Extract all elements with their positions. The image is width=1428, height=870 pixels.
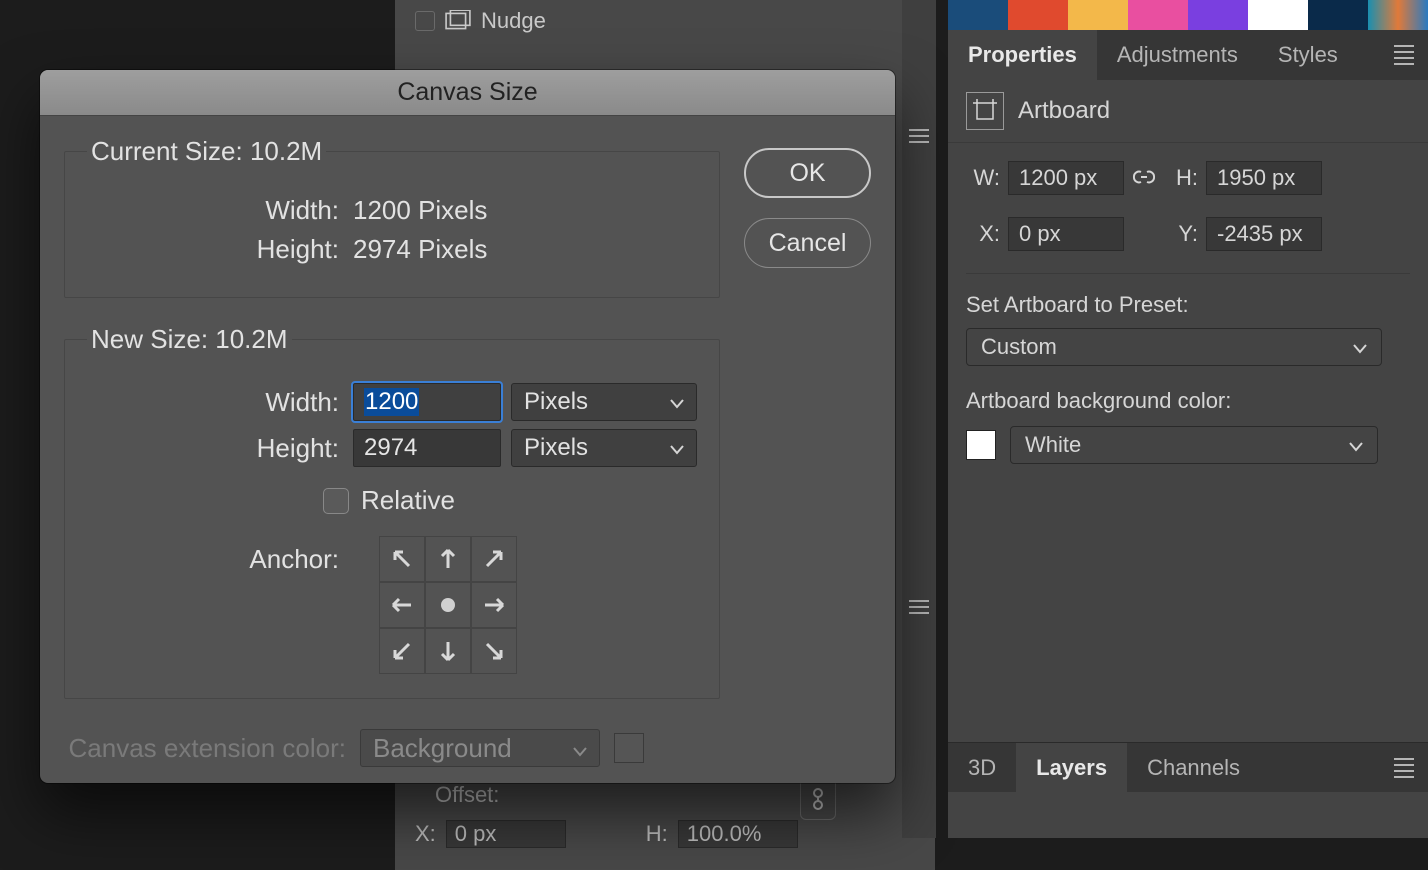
- relative-label: Relative: [361, 485, 455, 516]
- tab-3d[interactable]: 3D: [948, 743, 1016, 792]
- preset-label: Set Artboard to Preset:: [966, 292, 1410, 318]
- drag-handle-bar[interactable]: [902, 0, 936, 838]
- x-label: X:: [415, 821, 436, 847]
- x-value-input[interactable]: 0 px: [446, 820, 566, 848]
- chevron-down-icon: [670, 434, 684, 462]
- anchor-e[interactable]: [471, 582, 517, 628]
- drag-handle-icon: [909, 125, 929, 147]
- anchor-grid: [379, 536, 517, 674]
- bottom-panel-tabs: 3D Layers Channels: [948, 742, 1428, 792]
- chevron-down-icon: [1353, 334, 1367, 360]
- bg-layer-label: Nudge: [481, 8, 546, 34]
- height-unit-dropdown[interactable]: Pixels: [511, 429, 697, 467]
- new-size-legend: New Size: 10.2M: [87, 324, 292, 355]
- ok-button[interactable]: OK: [744, 148, 871, 198]
- dialog-title: Canvas Size: [40, 70, 895, 116]
- current-height-value: 2974 Pixels: [353, 234, 487, 265]
- panel-menu-icon[interactable]: [1394, 41, 1414, 69]
- w-input[interactable]: 1200 px: [1008, 161, 1124, 195]
- bgcolor-swatch[interactable]: [966, 430, 996, 460]
- bg-bottom-row2: X: 0 px H: 100.0%: [415, 820, 798, 848]
- chevron-down-icon: [573, 733, 587, 764]
- relative-checkbox[interactable]: [323, 488, 349, 514]
- tab-properties[interactable]: Properties: [948, 30, 1097, 80]
- new-width-label: Width:: [87, 387, 339, 418]
- anchor-label: Anchor:: [87, 536, 339, 575]
- chevron-down-icon: [670, 388, 684, 416]
- artboard-title: Artboard: [1018, 97, 1110, 125]
- width-unit-dropdown[interactable]: Pixels: [511, 383, 697, 421]
- link-dimensions-icon[interactable]: [1124, 165, 1164, 191]
- new-height-label: Height:: [87, 433, 339, 464]
- current-width-label: Width:: [87, 195, 339, 226]
- anchor-nw[interactable]: [379, 536, 425, 582]
- anchor-ne[interactable]: [471, 536, 517, 582]
- x-input[interactable]: 0 px: [1008, 217, 1124, 251]
- bg-checkbox[interactable]: [415, 11, 435, 31]
- canvas-extension-row: Canvas extension color: Background: [64, 729, 720, 767]
- panel-tabs: Properties Adjustments Styles: [948, 30, 1428, 80]
- anchor-sw[interactable]: [379, 628, 425, 674]
- panel-menu-icon[interactable]: [1394, 754, 1414, 782]
- document-icon: [445, 8, 471, 34]
- current-size-fieldset: Current Size: 10.2M Width: 1200 Pixels H…: [64, 136, 720, 298]
- relative-checkbox-wrap[interactable]: Relative: [323, 485, 697, 516]
- anchor-w[interactable]: [379, 582, 425, 628]
- preset-dropdown[interactable]: Custom: [966, 328, 1382, 366]
- y-label: Y:: [1164, 221, 1198, 247]
- bgcolor-dropdown[interactable]: White: [1010, 426, 1378, 464]
- artboard-icon: [966, 92, 1004, 130]
- h-label: H:: [1164, 165, 1198, 191]
- h-label: H:: [646, 821, 668, 847]
- thumbnail-strip: [948, 0, 1428, 30]
- h-input[interactable]: 1950 px: [1206, 161, 1322, 195]
- properties-panel: Properties Adjustments Styles Artboard W…: [948, 0, 1428, 838]
- y-input[interactable]: -2435 px: [1206, 217, 1322, 251]
- anchor-center-dot-icon: [441, 598, 455, 612]
- new-height-input[interactable]: 2974: [353, 429, 501, 467]
- bgcolor-label: Artboard background color:: [966, 388, 1410, 414]
- anchor-center[interactable]: [425, 582, 471, 628]
- drag-handle-icon: [909, 596, 929, 618]
- anchor-n[interactable]: [425, 536, 471, 582]
- new-size-fieldset: New Size: 10.2M Width: 1200 Pixels Heigh…: [64, 324, 720, 699]
- anchor-s[interactable]: [425, 628, 471, 674]
- canvas-size-dialog: Canvas Size Current Size: 10.2M Width: 1…: [40, 70, 895, 783]
- new-width-input[interactable]: 1200: [353, 383, 501, 421]
- canvas-extension-dropdown: Background: [360, 729, 600, 767]
- tab-adjustments[interactable]: Adjustments: [1097, 30, 1258, 80]
- tab-channels[interactable]: Channels: [1127, 743, 1260, 792]
- canvas-extension-label: Canvas extension color:: [64, 733, 346, 764]
- h-value-input[interactable]: 100.0%: [678, 820, 798, 848]
- tab-styles[interactable]: Styles: [1258, 30, 1358, 80]
- x-label: X:: [966, 221, 1000, 247]
- w-label: W:: [966, 165, 1000, 191]
- cancel-button[interactable]: Cancel: [744, 218, 871, 268]
- current-size-legend: Current Size: 10.2M: [87, 136, 326, 167]
- current-height-label: Height:: [87, 234, 339, 265]
- chevron-down-icon: [1349, 432, 1363, 458]
- anchor-se[interactable]: [471, 628, 517, 674]
- tab-layers[interactable]: Layers: [1016, 743, 1127, 792]
- bg-layer-row: Nudge: [395, 4, 935, 38]
- current-width-value: 1200 Pixels: [353, 195, 487, 226]
- canvas-extension-swatch: [614, 733, 644, 763]
